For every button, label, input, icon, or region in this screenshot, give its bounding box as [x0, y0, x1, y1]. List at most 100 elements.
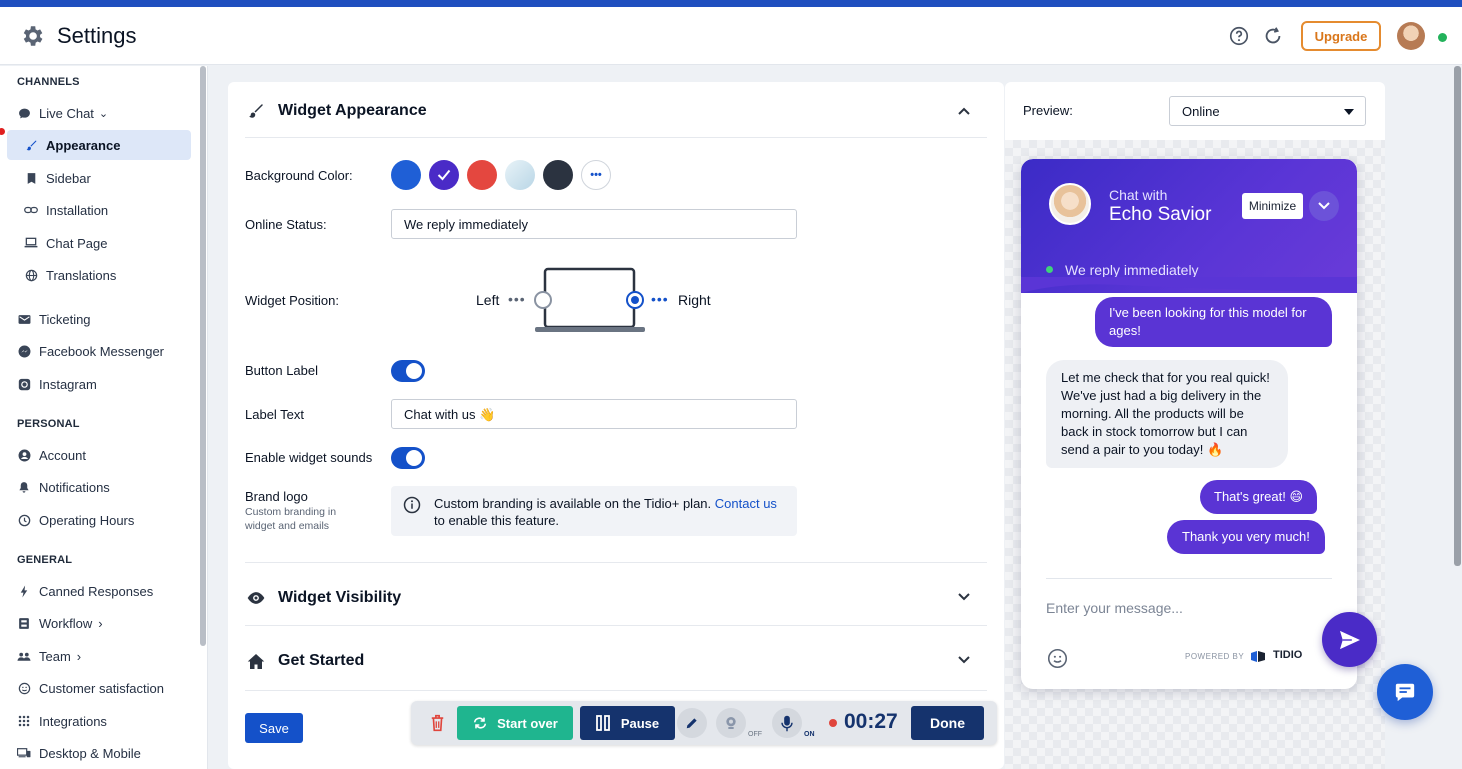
pause-icon [595, 715, 610, 731]
devices-icon [17, 746, 31, 760]
widget-visibility-title[interactable]: Widget Visibility [278, 589, 401, 607]
sidebar-item-integrations[interactable]: Integrations [0, 706, 200, 736]
preview-label: Preview: [1023, 103, 1073, 118]
sidebar-item-team[interactable]: Team › [0, 641, 200, 671]
recording-dot [829, 719, 837, 727]
team-icon [17, 649, 31, 663]
user-icon [17, 448, 31, 462]
upgrade-button[interactable]: Upgrade [1301, 21, 1381, 51]
start-over-label: Start over [497, 715, 558, 731]
brand-logo-label: Brand logo [245, 489, 308, 504]
sidebar-item-label: Facebook Messenger [39, 343, 165, 359]
agent-avatar [1049, 183, 1091, 225]
webcam-button[interactable] [716, 708, 746, 738]
sidebar-item-label: Instagram [39, 376, 97, 392]
button-label-toggle[interactable] [391, 360, 425, 382]
sidebar-item-sidebar[interactable]: Sidebar [0, 163, 200, 193]
sidebar-item-label: Chat Page [46, 235, 108, 251]
chevron-down-icon: ⌄ [98, 107, 109, 120]
position-left-label: Left [476, 292, 500, 308]
widget-sounds-toggle[interactable] [391, 447, 425, 469]
sidebar-item-label: Appearance [46, 137, 121, 153]
sidebar-item-workflow[interactable]: Workflow › [0, 608, 200, 638]
chat-launcher-button[interactable] [1377, 664, 1433, 720]
send-icon [1339, 630, 1360, 649]
sidebar-item-instagram[interactable]: Instagram [0, 369, 200, 399]
save-button[interactable]: Save [245, 713, 303, 743]
pause-button[interactable]: Pause [580, 706, 675, 740]
sidebar-section-personal: PERSONAL [17, 418, 80, 430]
microphone-button[interactable] [772, 708, 802, 738]
position-right-label: Right [678, 292, 711, 308]
message-visitor: Thank you very much! [1167, 520, 1325, 554]
contact-us-link[interactable]: Contact us [715, 496, 777, 511]
chevron-down-icon[interactable] [957, 653, 971, 667]
chat-widget-preview: Chat with Echo Savior Minimize We reply … [1021, 159, 1357, 689]
branding-info-text: Custom branding is available on the Tidi… [434, 495, 789, 529]
sidebar-item-operating-hours[interactable]: Operating Hours [0, 505, 200, 535]
message-input[interactable]: Enter your message... [1046, 600, 1183, 616]
workflow-icon [17, 616, 31, 630]
sidebar-item-notifications[interactable]: Notifications [0, 472, 200, 502]
top-accent-bar [0, 0, 1462, 7]
position-left-radio[interactable] [534, 291, 552, 309]
background-color-label: Background Color: [245, 168, 353, 183]
color-swatch-light-blue[interactable] [505, 160, 535, 190]
color-swatch-red[interactable] [467, 160, 497, 190]
color-swatch-blue[interactable] [391, 160, 421, 190]
sidebar-item-live-chat[interactable]: Live Chat ⌄ [0, 98, 200, 128]
dots-right: ••• [651, 291, 669, 307]
sidebar-scrollbar[interactable] [200, 66, 206, 646]
brush-icon [246, 101, 266, 121]
done-button[interactable]: Done [911, 706, 984, 740]
chevron-down-icon[interactable] [957, 590, 971, 604]
widget-sounds-label: Enable widget sounds [245, 450, 373, 465]
position-right-radio[interactable] [626, 291, 644, 309]
radio-selected-dot [631, 296, 639, 304]
chevron-up-icon[interactable] [957, 104, 971, 118]
label-text-input[interactable]: Chat with us 👋 [391, 399, 797, 429]
messenger-icon [17, 344, 31, 358]
pencil-button[interactable] [677, 708, 707, 738]
sidebar-item-label: Sidebar [46, 170, 91, 186]
trash-icon[interactable] [429, 714, 446, 732]
branding-info-box: Custom branding is available on the Tidi… [391, 486, 797, 536]
more-colors-button[interactable]: ••• [581, 160, 611, 190]
minimize-button[interactable] [1309, 191, 1339, 221]
chevron-right-icon: › [98, 615, 103, 631]
get-started-title[interactable]: Get Started [278, 652, 364, 670]
color-swatch-dark[interactable] [543, 160, 573, 190]
sidebar-item-facebook-messenger[interactable]: Facebook Messenger [0, 336, 200, 366]
online-status-input[interactable]: We reply immediately [391, 209, 797, 239]
start-over-button[interactable]: Start over [457, 706, 573, 740]
page-scrollbar[interactable] [1454, 66, 1461, 566]
chevron-down-icon [1318, 202, 1330, 210]
sidebar-item-canned-responses[interactable]: Canned Responses [0, 576, 200, 606]
sidebar-item-account[interactable]: Account [0, 440, 200, 470]
send-button[interactable] [1322, 612, 1377, 667]
avatar[interactable] [1397, 22, 1425, 50]
globe-icon [24, 268, 38, 282]
sidebar-item-label: Workflow [39, 615, 93, 631]
sidebar-item-translations[interactable]: Translations [0, 260, 200, 290]
sidebar-item-chat-page[interactable]: Chat Page [0, 228, 200, 258]
bookmark-icon [24, 171, 38, 185]
clock-icon [17, 513, 31, 527]
chat-status-text: We reply immediately [1065, 262, 1199, 278]
info-text: Custom branding is available on the Tidi… [434, 496, 712, 511]
laptop-icon [24, 236, 38, 250]
sidebar-item-customer-satisfaction[interactable]: Customer satisfaction [0, 673, 200, 703]
sidebar-item-label: Desktop & Mobile [39, 745, 141, 761]
color-swatch-purple[interactable] [429, 160, 459, 190]
preview-status-select[interactable]: Online [1169, 96, 1366, 126]
sidebar-item-ticketing[interactable]: Ticketing [0, 304, 200, 334]
powered-by-label: POWERED BY [1185, 652, 1245, 661]
emoji-icon[interactable] [1047, 648, 1068, 669]
sidebar-item-label: Canned Responses [39, 583, 154, 599]
pencil-icon [686, 718, 697, 729]
help-icon[interactable] [1228, 25, 1250, 47]
sidebar-item-appearance[interactable]: Appearance [7, 130, 191, 160]
refresh-icon[interactable] [1262, 25, 1284, 47]
sidebar-item-desktop-mobile[interactable]: Desktop & Mobile [0, 738, 200, 768]
sidebar-item-installation[interactable]: Installation [0, 195, 200, 225]
